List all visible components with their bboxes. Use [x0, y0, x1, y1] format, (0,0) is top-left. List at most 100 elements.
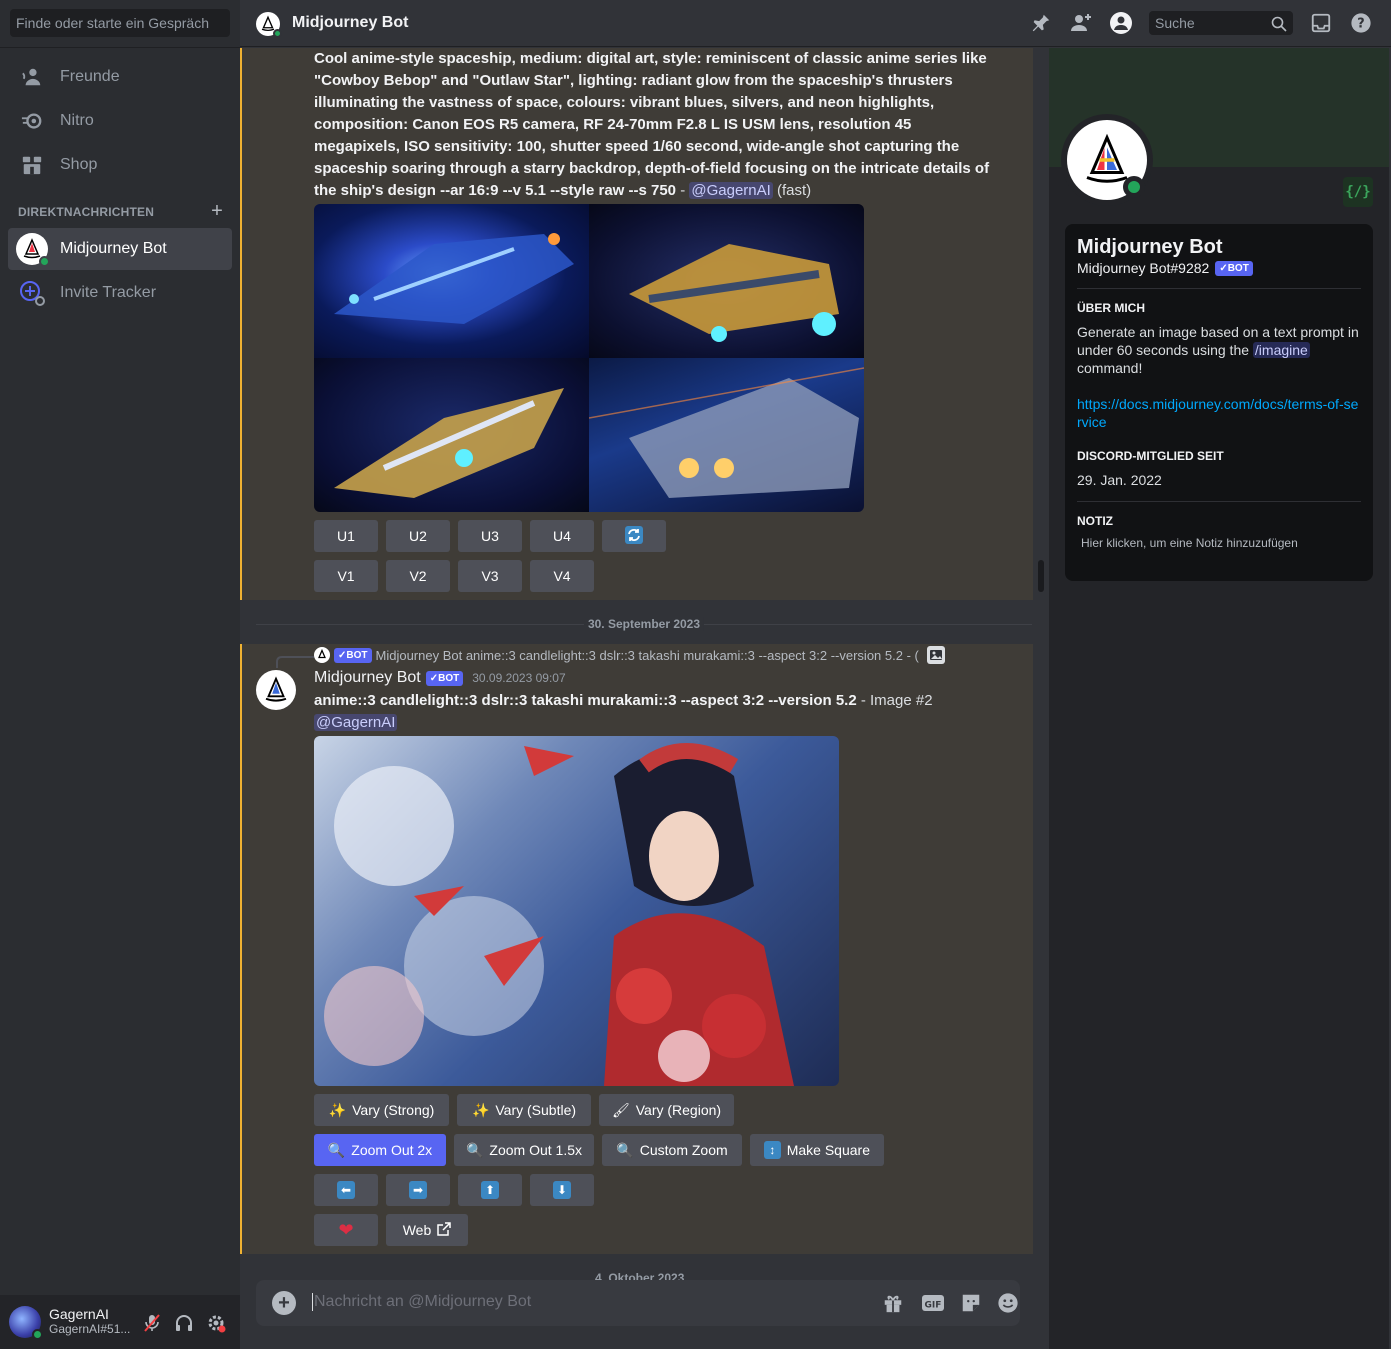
- find-conversation-input[interactable]: Finde oder starte ein Gespräch: [10, 9, 230, 37]
- vary-strong-button[interactable]: ✨ Vary (Strong): [314, 1094, 449, 1126]
- vary-region-button[interactable]: 🖌 Vary (Region): [599, 1094, 734, 1126]
- slash-command[interactable]: /imagine: [1252, 342, 1310, 358]
- upscale-1-button[interactable]: U1: [314, 520, 378, 552]
- member-since-date: 29. Jan. 2022: [1077, 472, 1162, 488]
- bot-badge: ✓ BOT: [425, 670, 464, 686]
- inbox-icon[interactable]: [1309, 11, 1333, 35]
- arrow-down-icon: ⬇: [553, 1181, 571, 1199]
- generated-image[interactable]: [314, 736, 839, 1086]
- grid-image-1[interactable]: [314, 204, 589, 358]
- upscale-4-button[interactable]: U4: [530, 520, 594, 552]
- create-dm-plus-icon[interactable]: +: [211, 200, 223, 223]
- author-avatar[interactable]: [256, 670, 296, 710]
- headphones-icon[interactable]: [173, 1312, 195, 1334]
- microphone-muted-icon[interactable]: [141, 1312, 163, 1334]
- sticker-icon[interactable]: [959, 1291, 983, 1315]
- invite-tracker-icon: [16, 277, 48, 309]
- online-status-dot: [32, 1329, 43, 1340]
- web-link-button[interactable]: Web: [386, 1214, 468, 1246]
- search-input[interactable]: Suche: [1149, 11, 1293, 35]
- user-avatar[interactable]: [9, 1306, 43, 1340]
- user-profile-panel: {/} Midjourney Bot Midjourney Bot#9282 ✓…: [1049, 48, 1389, 1349]
- note-input[interactable]: Hier klicken, um eine Notiz hinzuzufügen: [1077, 536, 1361, 550]
- message-input[interactable]: Nachricht an @Midjourney Bot: [312, 1293, 531, 1311]
- button-label: Web: [402, 1222, 432, 1238]
- message-anime-girl: ✓ BOT Midjourney Bot anime::3 candleligh…: [240, 644, 1033, 1254]
- bot-badge: ✓ BOT: [334, 647, 372, 663]
- user-profile-toggle-icon[interactable]: [1109, 11, 1133, 35]
- message-spaceship: Cool anime-style spaceship, medium: digi…: [240, 48, 1033, 600]
- magnifier-icon: 🔍: [465, 1141, 484, 1158]
- sidebar-divider: [0, 47, 240, 48]
- gif-icon[interactable]: GIF: [921, 1291, 945, 1315]
- sidebar-item-shop[interactable]: Shop: [8, 144, 232, 186]
- add-friends-to-dm-icon[interactable]: [1069, 11, 1093, 35]
- user-mention[interactable]: @GagernAI: [314, 714, 398, 731]
- message-content: anime::3 candlelight::3 dslr::3 takashi …: [314, 690, 994, 734]
- active-developer-badge-icon[interactable]: {/}: [1343, 177, 1373, 207]
- vary-subtle-button[interactable]: ✨ Vary (Subtle): [457, 1094, 591, 1126]
- search-placeholder: Suche: [1155, 15, 1195, 31]
- pan-left-button[interactable]: ⬅: [314, 1174, 378, 1206]
- avatar: [16, 233, 50, 267]
- user-info[interactable]: GagernAI GagernAI#51...: [49, 1307, 130, 1337]
- grid-image-2[interactable]: [589, 204, 864, 358]
- scrollbar-thumb[interactable]: [1038, 560, 1044, 592]
- user-mention[interactable]: @GagernAI: [689, 182, 773, 199]
- user-panel: GagernAI GagernAI#51...: [0, 1295, 240, 1349]
- magnifier-icon: 🔍: [616, 1141, 634, 1158]
- upscale-3-button[interactable]: U3: [458, 520, 522, 552]
- emoji-icon[interactable]: [996, 1291, 1020, 1315]
- variation-3-button[interactable]: V3: [458, 560, 522, 592]
- upload-plus-icon[interactable]: +: [272, 1291, 296, 1315]
- zoom-out-2x-button[interactable]: 🔍 Zoom Out 2x: [314, 1134, 446, 1166]
- dm-header-label: DIREKTNACHRICHTEN: [18, 205, 155, 219]
- dm-item-invite-tracker[interactable]: Invite Tracker: [8, 272, 232, 314]
- terms-of-service-link[interactable]: https://docs.midjourney.com/docs/terms-o…: [1077, 395, 1361, 431]
- help-icon[interactable]: ?: [1349, 11, 1373, 35]
- make-square-button[interactable]: ↕ Make Square: [750, 1134, 884, 1166]
- dm-item-midjourney-bot[interactable]: Midjourney Bot: [8, 228, 232, 270]
- shop-icon: [20, 153, 44, 177]
- profile-card: Midjourney Bot Midjourney Bot#9282 ✓ BOT…: [1065, 224, 1373, 581]
- reply-preview[interactable]: ✓ BOT Midjourney Bot anime::3 candleligh…: [314, 646, 945, 664]
- image-grid[interactable]: [314, 204, 864, 512]
- header-avatar: [256, 12, 282, 38]
- online-status-dot: [1123, 176, 1145, 198]
- channel-header: Midjourney Bot Suche ?: [240, 0, 1391, 47]
- sailboat-icon: [265, 676, 287, 702]
- page-title: Midjourney Bot: [292, 14, 409, 31]
- zoom-out-1-5x-button[interactable]: 🔍 Zoom Out 1.5x: [454, 1134, 594, 1166]
- chat-scrollbar[interactable]: [1036, 48, 1046, 1276]
- variation-2-button[interactable]: V2: [386, 560, 450, 592]
- gift-icon[interactable]: [881, 1291, 905, 1315]
- favorite-button[interactable]: ❤: [314, 1214, 378, 1246]
- magic-wand-icon: ✨: [471, 1101, 490, 1118]
- bot-badge-label: BOT: [438, 672, 460, 684]
- grid-image-3[interactable]: [314, 358, 589, 512]
- external-link-icon: [437, 1221, 452, 1239]
- nitro-icon: [20, 109, 44, 133]
- reply-avatar: [314, 647, 330, 663]
- pinned-messages-icon[interactable]: [1029, 11, 1053, 35]
- reroll-button[interactable]: [602, 520, 666, 552]
- variation-1-button[interactable]: V1: [314, 560, 378, 592]
- sidebar-item-nitro[interactable]: Nitro: [8, 100, 232, 142]
- pan-right-button[interactable]: ➡: [386, 1174, 450, 1206]
- sidebar-item-friends[interactable]: Freunde: [8, 56, 232, 98]
- reply-preview-text: Midjourney Bot anime::3 candlelight::3 d…: [375, 647, 919, 663]
- refresh-icon: [624, 525, 644, 548]
- author-name[interactable]: Midjourney Bot: [314, 669, 421, 687]
- message-author-line: Midjourney Bot ✓ BOT 30.09.2023 09:07: [314, 669, 566, 687]
- custom-zoom-button[interactable]: 🔍 Custom Zoom: [602, 1134, 742, 1166]
- upscale-2-button[interactable]: U2: [386, 520, 450, 552]
- separator: -: [676, 182, 690, 199]
- button-label: Vary (Region): [635, 1102, 722, 1118]
- arrow-left-icon: ⬅: [337, 1181, 355, 1199]
- settings-gear-icon[interactable]: [205, 1312, 227, 1334]
- variation-4-button[interactable]: V4: [530, 560, 594, 592]
- magnifier-icon: 🔍: [327, 1141, 346, 1158]
- grid-image-4[interactable]: [588, 358, 864, 512]
- pan-down-button[interactable]: ⬇: [530, 1174, 594, 1206]
- pan-up-button[interactable]: ⬆: [458, 1174, 522, 1206]
